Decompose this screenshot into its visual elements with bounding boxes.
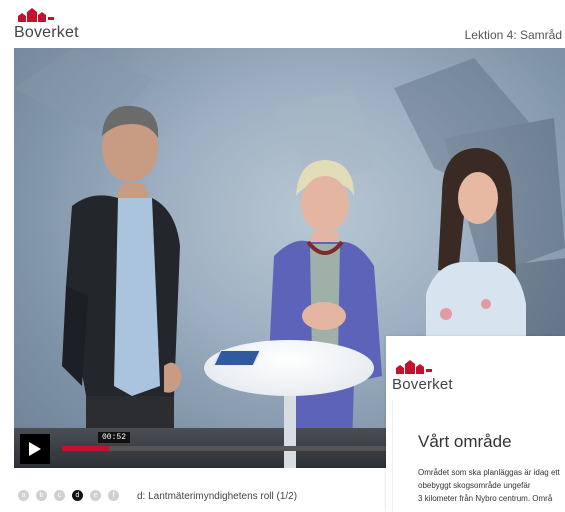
chapter-f[interactable]: f [108, 490, 119, 502]
slide-line: obebyggt skogsområde ungefär [418, 481, 531, 490]
slide-body: Området som ska planläggas är idag ett o… [418, 466, 565, 505]
lesson-title: Lektion 4: Samråd [464, 28, 562, 42]
slide-line: Området som ska planläggas är idag ett [418, 468, 560, 477]
play-button[interactable] [20, 434, 50, 464]
play-icon [29, 442, 41, 456]
chapter-c[interactable]: c [54, 490, 65, 502]
slide-brand-name: Boverket [392, 376, 453, 393]
presenter-woman-center [268, 160, 382, 446]
brand-logo[interactable]: Boverket [14, 8, 79, 42]
brand-name: Boverket [14, 24, 79, 41]
chapter-a[interactable]: a [18, 490, 29, 502]
slide-line: 3 kilometer från Nybro centrum. Områ [418, 494, 553, 503]
tablet-device [213, 350, 261, 366]
round-table [204, 340, 374, 396]
boverket-logo-icon [18, 8, 54, 22]
current-time: 00:52 [98, 432, 131, 443]
chapter-title: d: Lantmäterimyndighetens roll (1/2) [137, 491, 298, 502]
slide-brand-logo: Boverket [392, 360, 453, 394]
chapter-b[interactable]: b [36, 490, 47, 502]
boverket-logo-icon [396, 360, 432, 374]
page-header: Boverket Lektion 4: Samråd [0, 0, 565, 46]
progress-played [62, 446, 109, 451]
presenter-man [62, 105, 182, 466]
chapter-nav: abcdef [18, 487, 126, 503]
chapter-d[interactable]: d [72, 490, 83, 502]
chapter-e[interactable]: e [90, 490, 101, 502]
slide-heading: Vårt område [418, 432, 512, 451]
